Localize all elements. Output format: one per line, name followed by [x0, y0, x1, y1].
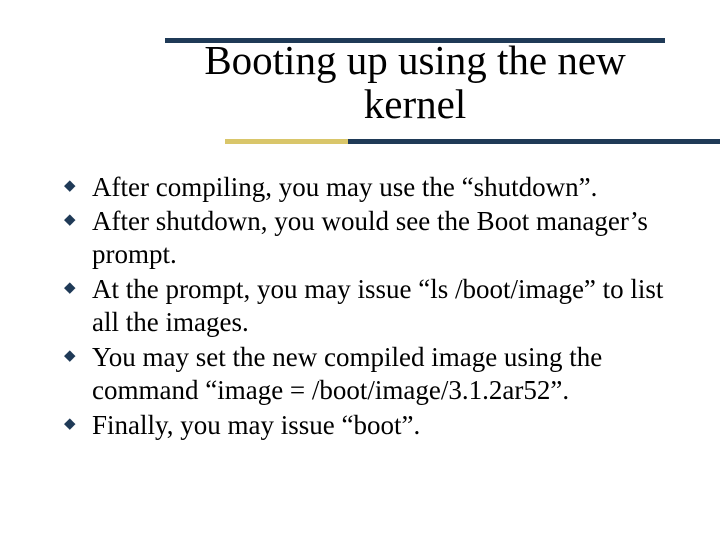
list-item: Finally, you may issue “boot”.: [60, 409, 670, 442]
rule-top: [165, 38, 665, 43]
rule-accent-navy: [348, 139, 720, 144]
list-item: At the prompt, you may issue “ls /boot/i…: [60, 273, 670, 339]
title-block: Booting up using the new kernel: [0, 0, 720, 147]
rule-accent-gold: [225, 139, 350, 144]
bullet-list: After compiling, you may use the “shutdo…: [60, 171, 670, 443]
list-item: After shutdown, you would see the Boot m…: [60, 205, 670, 271]
list-item: After compiling, you may use the “shutdo…: [60, 171, 670, 204]
slide-body: After compiling, you may use the “shutdo…: [0, 147, 720, 443]
rule-bottom: [170, 135, 660, 147]
slide: Booting up using the new kernel After co…: [0, 0, 720, 540]
list-item: You may set the new compiled image using…: [60, 341, 670, 407]
